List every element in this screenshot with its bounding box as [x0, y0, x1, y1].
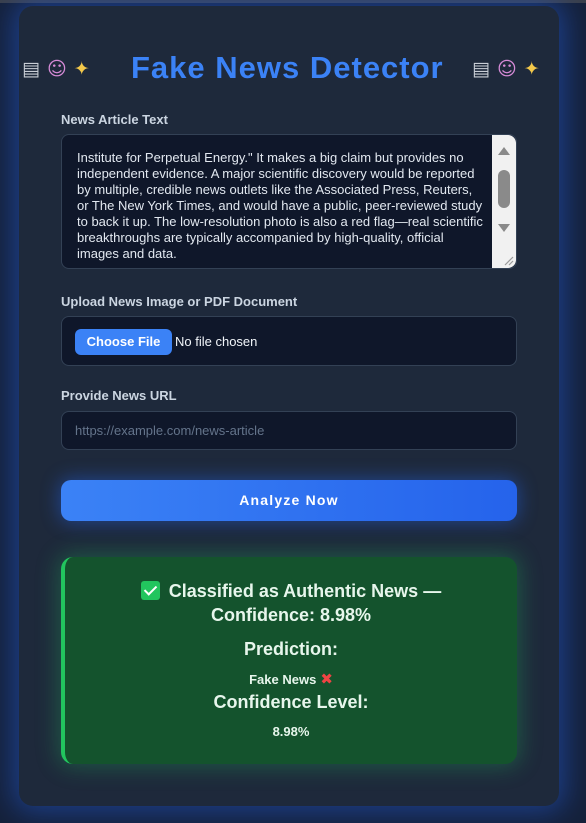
- prediction-row: Fake News ✖: [65, 670, 517, 688]
- prediction-value: Fake News: [249, 672, 317, 687]
- result-headline-line1: Classified as Authentic News —: [65, 581, 517, 602]
- top-edge: [0, 0, 586, 3]
- header-icons-right: ▤ ☺ ✦: [472, 57, 540, 81]
- check-mark-icon: [140, 581, 160, 600]
- result-headline-line2: Confidence: 8.98%: [210, 605, 372, 625]
- confidence-heading: Confidence Level:: [213, 692, 369, 712]
- article-text-label: News Article Text: [61, 112, 168, 127]
- article-text-area[interactable]: Institute for Perpetual Energy." It make…: [61, 134, 517, 269]
- analyze-button[interactable]: Analyze Now: [61, 480, 517, 521]
- cross-mark-icon: ✖: [320, 670, 333, 688]
- resize-handle-icon[interactable]: [502, 254, 514, 266]
- url-label: Provide News URL: [61, 388, 177, 403]
- confidence-value: 8.98%: [272, 724, 310, 739]
- newspaper-icon: ▤: [22, 58, 40, 80]
- newspaper-icon: ▤: [472, 58, 490, 80]
- article-scrollbar[interactable]: [492, 135, 516, 268]
- result-headline-text: Classified as Authentic News —: [168, 581, 442, 601]
- url-input[interactable]: [61, 411, 517, 450]
- result-panel: Classified as Authentic News — Confidenc…: [61, 557, 517, 764]
- robot-icon: ☺: [496, 58, 517, 80]
- sparkles-icon: ✦: [523, 58, 540, 80]
- robot-icon: ☺: [46, 58, 67, 80]
- scroll-up-icon[interactable]: [498, 147, 510, 155]
- file-upload-field[interactable]: Choose File No file chosen: [61, 316, 517, 366]
- header-icons-left: ▤ ☺ ✦: [22, 57, 90, 81]
- upload-label: Upload News Image or PDF Document: [61, 294, 298, 309]
- file-status-text: No file chosen: [175, 334, 258, 349]
- scroll-thumb[interactable]: [498, 170, 510, 208]
- scroll-down-icon[interactable]: [498, 224, 510, 232]
- prediction-heading: Prediction:: [243, 639, 338, 659]
- choose-file-button[interactable]: Choose File: [75, 329, 172, 355]
- sparkles-icon: ✦: [73, 58, 90, 80]
- page-title: Fake News Detector: [131, 50, 444, 85]
- header: ▤ ☺ ✦ Fake News Detector ▤ ☺ ✦: [0, 48, 586, 92]
- article-text-content: Institute for Perpetual Energy." It make…: [77, 150, 483, 261]
